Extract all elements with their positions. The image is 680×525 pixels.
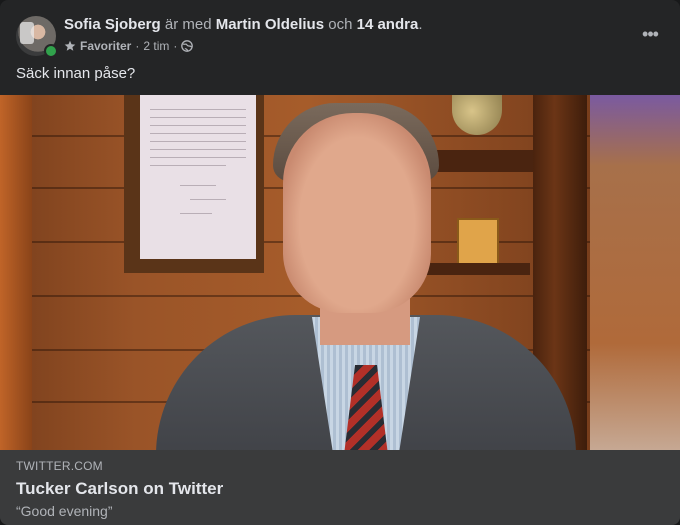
title-period: . [418,16,423,33]
author-name-link[interactable]: Sofia Sjoberg [64,16,161,33]
post-body-text: Säck innan påse? [16,65,136,82]
post-meta: Favoriter · 2 tim · [64,38,194,54]
post-timestamp[interactable]: 2 tim [143,38,169,54]
online-status-icon [44,44,58,58]
globe-icon[interactable] [181,40,194,52]
wood-post [0,95,32,450]
link-description: “Good evening” [16,503,113,519]
link-domain: TWITTER.COM [16,459,103,473]
tagged-person-link[interactable]: Martin Oldelius [216,16,324,33]
star-icon [64,40,76,51]
feed-post: Sofia Sjoberg är med Martin Oldelius och… [0,0,680,525]
others-link[interactable]: 14 andra [357,16,419,33]
post-header: Sofia Sjoberg är med Martin Oldelius och… [16,14,664,58]
post-title-line: Sofia Sjoberg är med Martin Oldelius och… [64,16,422,34]
link-title[interactable]: Tucker Carlson on Twitter [16,478,223,500]
meta-separator-2: · [173,39,178,53]
lower-shelf [420,263,530,275]
wall-frame [124,95,264,273]
person-face [283,113,431,313]
link-preview-meta[interactable]: TWITTER.COM Tucker Carlson on Twitter “G… [0,450,680,525]
with-text: är med [164,16,212,33]
meta-separator: · [135,39,140,53]
desk-globe [452,95,502,135]
link-preview-image[interactable] [0,95,680,450]
lit-wall [590,95,680,450]
and-text: och [328,16,353,33]
audience-label[interactable]: Favoriter [80,38,131,54]
more-options-icon[interactable]: ••• [636,20,664,48]
framed-document [140,95,256,259]
